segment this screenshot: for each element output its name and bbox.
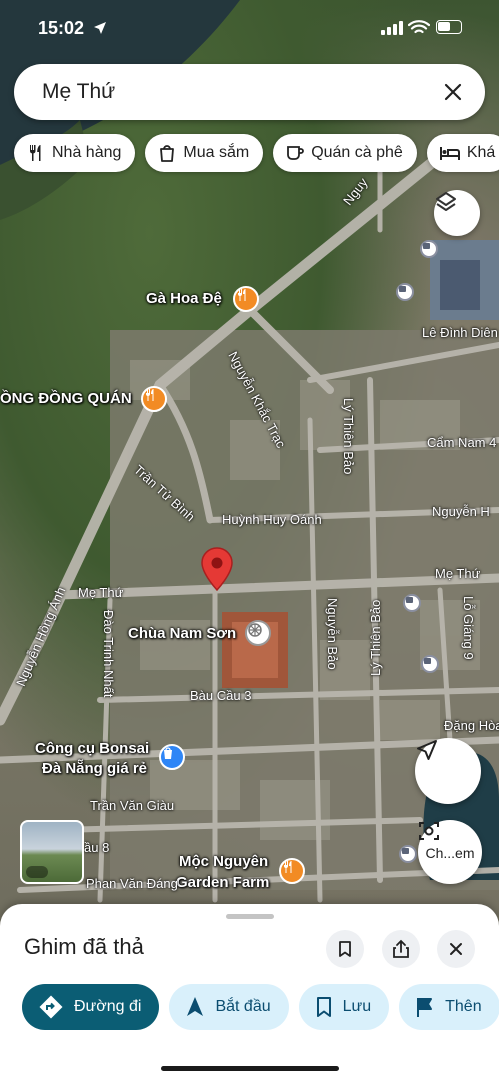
directions-button[interactable]: Đường đi [22,984,160,1030]
street-label: Lý Thiên Bảo [341,398,356,475]
save-button[interactable] [326,930,364,968]
restaurant-pin-icon[interactable] [279,858,305,884]
location-arrow-icon [94,22,106,34]
bookmark-icon [339,941,351,957]
signal-icon [381,21,403,35]
street-view-thumbnail[interactable] [20,820,84,884]
chip-shopping[interactable]: Mua sắm [145,134,264,172]
category-chips: Nhà hàng Mua sắm Quán cà phê Khá [14,134,499,172]
share-icon [393,939,409,958]
search-query[interactable]: Mẹ Thứ [42,80,439,104]
street-label: Đặng Hòa [444,718,499,733]
street-label: Mẹ Thứ [435,566,481,581]
place-label-moc-nguyen-2[interactable]: Garden Farm [176,874,269,891]
place-label-chua-nam-son[interactable]: Chùa Nam Sơn [128,625,236,642]
flag-icon [417,998,433,1017]
temple-pin-icon[interactable] [245,620,271,646]
navigation-arrow-icon [187,997,204,1016]
search-bar[interactable]: Mẹ Thứ [14,64,485,120]
street-label: Huỳnh Huy Oánh [222,512,322,527]
bookmark-icon [316,997,331,1017]
street-label: Mẹ Thứ [78,585,124,600]
wifi-icon [408,20,430,34]
place-label-bonsai-1[interactable]: Công cụ Bonsai [35,740,149,757]
my-location-button[interactable] [415,738,481,804]
layers-button[interactable] [434,190,480,236]
bed-icon [439,147,460,160]
navigation-arrow-icon [417,740,437,760]
place-label-ga-hoa-de[interactable]: Gà Hoa Đệ [146,290,222,307]
place-label-moc-nguyen-1[interactable]: Mộc Nguyên [179,853,268,870]
street-label: Phan Văn Đáng [86,876,178,891]
sheet-title: Ghim đã thả [24,934,144,959]
bottom-sheet: Ghim đã thả Đường đi Bắt đầu Lưu Thên [0,904,499,1080]
restaurant-pin-icon[interactable] [233,286,259,312]
clear-search-button[interactable] [439,78,467,106]
chip-label: Khá [466,144,496,161]
action-label: Bắt đầu [215,998,271,1015]
street-label: Trần Văn Giàu [90,798,175,813]
chip-restaurants[interactable]: Nhà hàng [14,134,136,172]
street-label: Đào Trinh Nhất [101,610,116,698]
sheet-handle[interactable] [226,914,274,919]
bus-stop-icon[interactable] [420,240,438,258]
battery-icon [436,20,462,34]
place-label-bonsai-2[interactable]: Đà Nẵng giá rẻ [42,760,147,777]
chip-coffee[interactable]: Quán cà phê [273,134,417,172]
chip-hotels[interactable]: Khá [426,134,499,172]
street-label: Lê Đình Diên [422,325,498,340]
street-label: Bàu Cầu 3 [190,688,252,703]
shopping-pin-icon[interactable] [159,744,185,770]
camera-scan-icon [419,822,439,840]
coffee-cup-icon [287,146,305,160]
bus-stop-icon[interactable] [403,594,421,612]
restaurant-pin-icon[interactable] [141,386,167,412]
chip-label: Mua sắm [183,144,250,161]
bus-stop-icon[interactable] [421,655,439,673]
status-bar: 15:02 [0,0,499,56]
street-label: Lý Thiên Bảo [368,599,383,676]
street-label: Nguyễn Bảo [325,598,340,670]
place-label-dong-quan[interactable]: ỒNG ĐỒNG QUÁN [0,390,132,407]
close-icon [450,943,462,955]
action-label: Lưu [342,998,372,1015]
bus-stop-icon[interactable] [396,283,414,301]
status-time: 15:02 [38,18,85,38]
street-label: Lỗ Giáng 9 [461,596,476,660]
street-view-label: Ch...em [425,845,475,861]
directions-icon [39,995,63,1019]
action-label: Đường đi [74,998,142,1015]
fork-knife-icon [30,145,41,161]
street-label: ầu 8 [84,840,110,855]
street-view-button[interactable]: Ch...em [418,820,482,884]
start-button[interactable]: Bắt đầu [169,984,289,1030]
share-button[interactable] [382,930,420,968]
close-sheet-button[interactable] [437,930,475,968]
add-label-button[interactable]: Thên [399,984,499,1030]
chip-label: Nhà hàng [52,144,122,161]
action-label: Thên [445,998,482,1015]
shopping-bag-icon [160,145,175,162]
save-action-button[interactable]: Lưu [298,984,390,1030]
chip-label: Quán cà phê [311,144,403,161]
action-buttons: Đường đi Bắt đầu Lưu Thên [22,984,499,1030]
street-label: Nguyễn H [432,504,490,519]
bus-stop-icon[interactable] [399,845,417,863]
rotate-360-icon [26,866,48,878]
street-label: Cẩm Nam 4 [427,435,497,450]
home-indicator [161,1066,339,1071]
layers-icon [436,192,456,211]
close-icon [444,83,462,101]
